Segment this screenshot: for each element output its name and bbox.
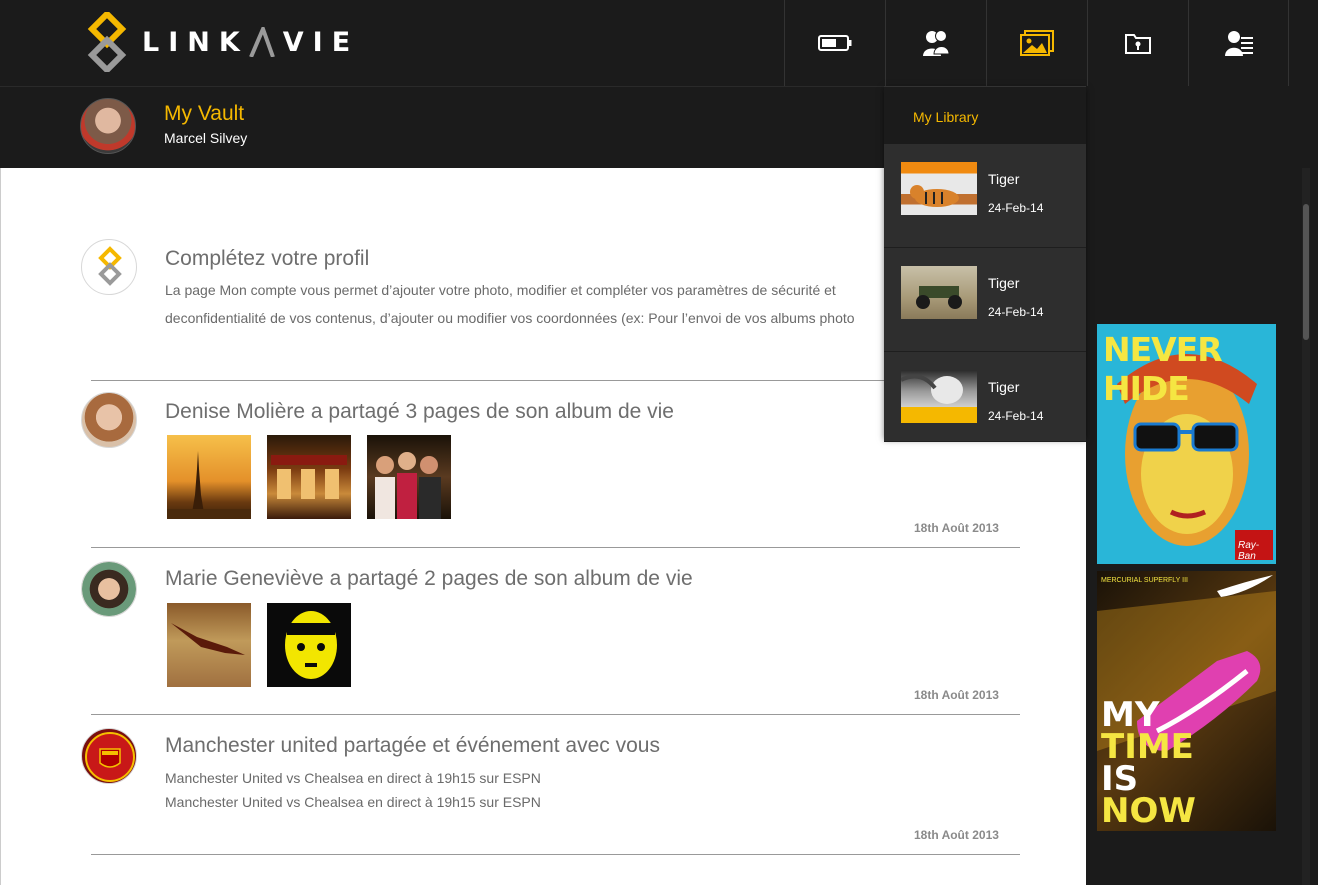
cafe-image: [271, 455, 347, 499]
page-title: My Vault: [164, 102, 245, 125]
top-navigation: [784, 0, 1289, 86]
gallery-icon: [1020, 30, 1054, 56]
feed-date: 18th Août 2013: [914, 521, 999, 535]
nike-ad-line: NOW: [1101, 791, 1196, 831]
user-avatar[interactable]: [80, 98, 136, 154]
feed-text-line: Manchester United vs Chealsea en direct …: [165, 794, 541, 810]
logo-mark-icon: [98, 246, 122, 286]
friends-photo-image: [375, 452, 441, 519]
diver-image: [171, 623, 245, 655]
library-title[interactable]: My Library: [884, 86, 1086, 144]
top-bar: LINK VIE: [0, 0, 1318, 86]
feed-text-line: deconfidentialité de vos contenus, d’ajo…: [165, 310, 855, 326]
library-item[interactable]: Tiger 24-Feb-14: [884, 248, 1086, 352]
feed-date: 18th Août 2013: [914, 828, 999, 842]
library-item-date: 24-Feb-14: [988, 201, 1044, 215]
feed-title: Manchester united partagée et événement …: [165, 734, 660, 757]
photo-thumbnail[interactable]: [167, 435, 251, 519]
linkavie-logo[interactable]: LINK VIE: [86, 12, 359, 72]
app-window: LINK VIE My Vault Marcel Silvey Compléte…: [0, 0, 1318, 885]
rayban-ad-headline: NEVER HIDE: [1103, 330, 1223, 408]
scrollbar-thumb[interactable]: [1303, 204, 1309, 340]
bw-portrait-image: [901, 374, 963, 404]
denise-avatar: [81, 392, 137, 448]
nav-gallery-button[interactable]: [986, 0, 1087, 86]
tiger-image: [910, 185, 959, 207]
logo-text: LINK VIE: [142, 23, 360, 58]
library-item[interactable]: Tiger 24-Feb-14: [884, 352, 1086, 442]
portrait-image: [285, 611, 337, 679]
rayban-ad-brand: Ray-Ban: [1238, 540, 1260, 562]
linkavie-avatar: [81, 239, 137, 295]
feed-item-marie[interactable]: Marie Geneviève a partagé 2 pages de son…: [1, 548, 1086, 715]
feed-item-manchester[interactable]: Manchester united partagée et événement …: [1, 715, 1086, 885]
eiffel-tower-image: [167, 451, 251, 519]
manchester-united-avatar: [81, 728, 137, 784]
library-item-date: 24-Feb-14: [988, 409, 1044, 423]
photo-thumbnail[interactable]: [267, 603, 351, 687]
library-item-date: 24-Feb-14: [988, 305, 1044, 319]
rayban-ad[interactable]: NEVER HIDE Ray-Ban: [1097, 324, 1276, 564]
feed-title: Denise Molière a partagé 3 pages de son …: [165, 400, 674, 423]
photo-thumbnail[interactable]: [367, 435, 451, 519]
portrait-thumbnail: [901, 370, 977, 423]
divider: [91, 854, 1020, 855]
marie-avatar: [81, 561, 137, 617]
logo-mark-icon: [87, 12, 127, 72]
battery-icon: [818, 35, 852, 51]
photo-thumbnail[interactable]: [267, 435, 351, 519]
feed-title: Marie Geneviève a partagé 2 pages de son…: [165, 567, 693, 590]
library-item-name: Tiger: [988, 275, 1020, 291]
library-item[interactable]: Tiger 24-Feb-14: [884, 144, 1086, 248]
feed-text-line: La page Mon compte vous permet d’ajouter…: [165, 282, 836, 298]
friends-icon: [923, 30, 950, 56]
vault-icon: [1125, 34, 1151, 54]
nav-vault-button[interactable]: [1087, 0, 1188, 86]
logo-a-mark: [248, 23, 275, 58]
nike-ad-slogan: MY TIME IS NOW: [1101, 698, 1196, 831]
tiger-thumbnail: [901, 162, 977, 215]
user-name: Marcel Silvey: [164, 130, 248, 146]
feed-title: Complétez votre profil: [165, 247, 370, 270]
nike-ad[interactable]: MERCURIAL SUPERFLY III MY TIME IS NOW: [1097, 571, 1276, 831]
nav-friends-button[interactable]: [885, 0, 986, 86]
buggy-image: [916, 286, 962, 309]
club-crest-icon: [85, 732, 135, 782]
feed-date: 18th Août 2013: [914, 688, 999, 702]
feed-text-line: Manchester United vs Chealsea en direct …: [165, 770, 541, 786]
nav-contacts-button[interactable]: [1188, 0, 1289, 86]
library-item-name: Tiger: [988, 171, 1020, 187]
photo-thumbnail[interactable]: [167, 603, 251, 687]
library-dropdown: My Library Tiger 24-Feb-14 Tiger 24-Feb-…: [884, 86, 1086, 442]
library-item-name: Tiger: [988, 379, 1020, 395]
nav-battery-button[interactable]: [784, 0, 885, 86]
nike-ad-tagline: MERCURIAL SUPERFLY III: [1101, 577, 1189, 584]
buggy-thumbnail: [901, 266, 977, 319]
contacts-icon: [1224, 31, 1253, 56]
